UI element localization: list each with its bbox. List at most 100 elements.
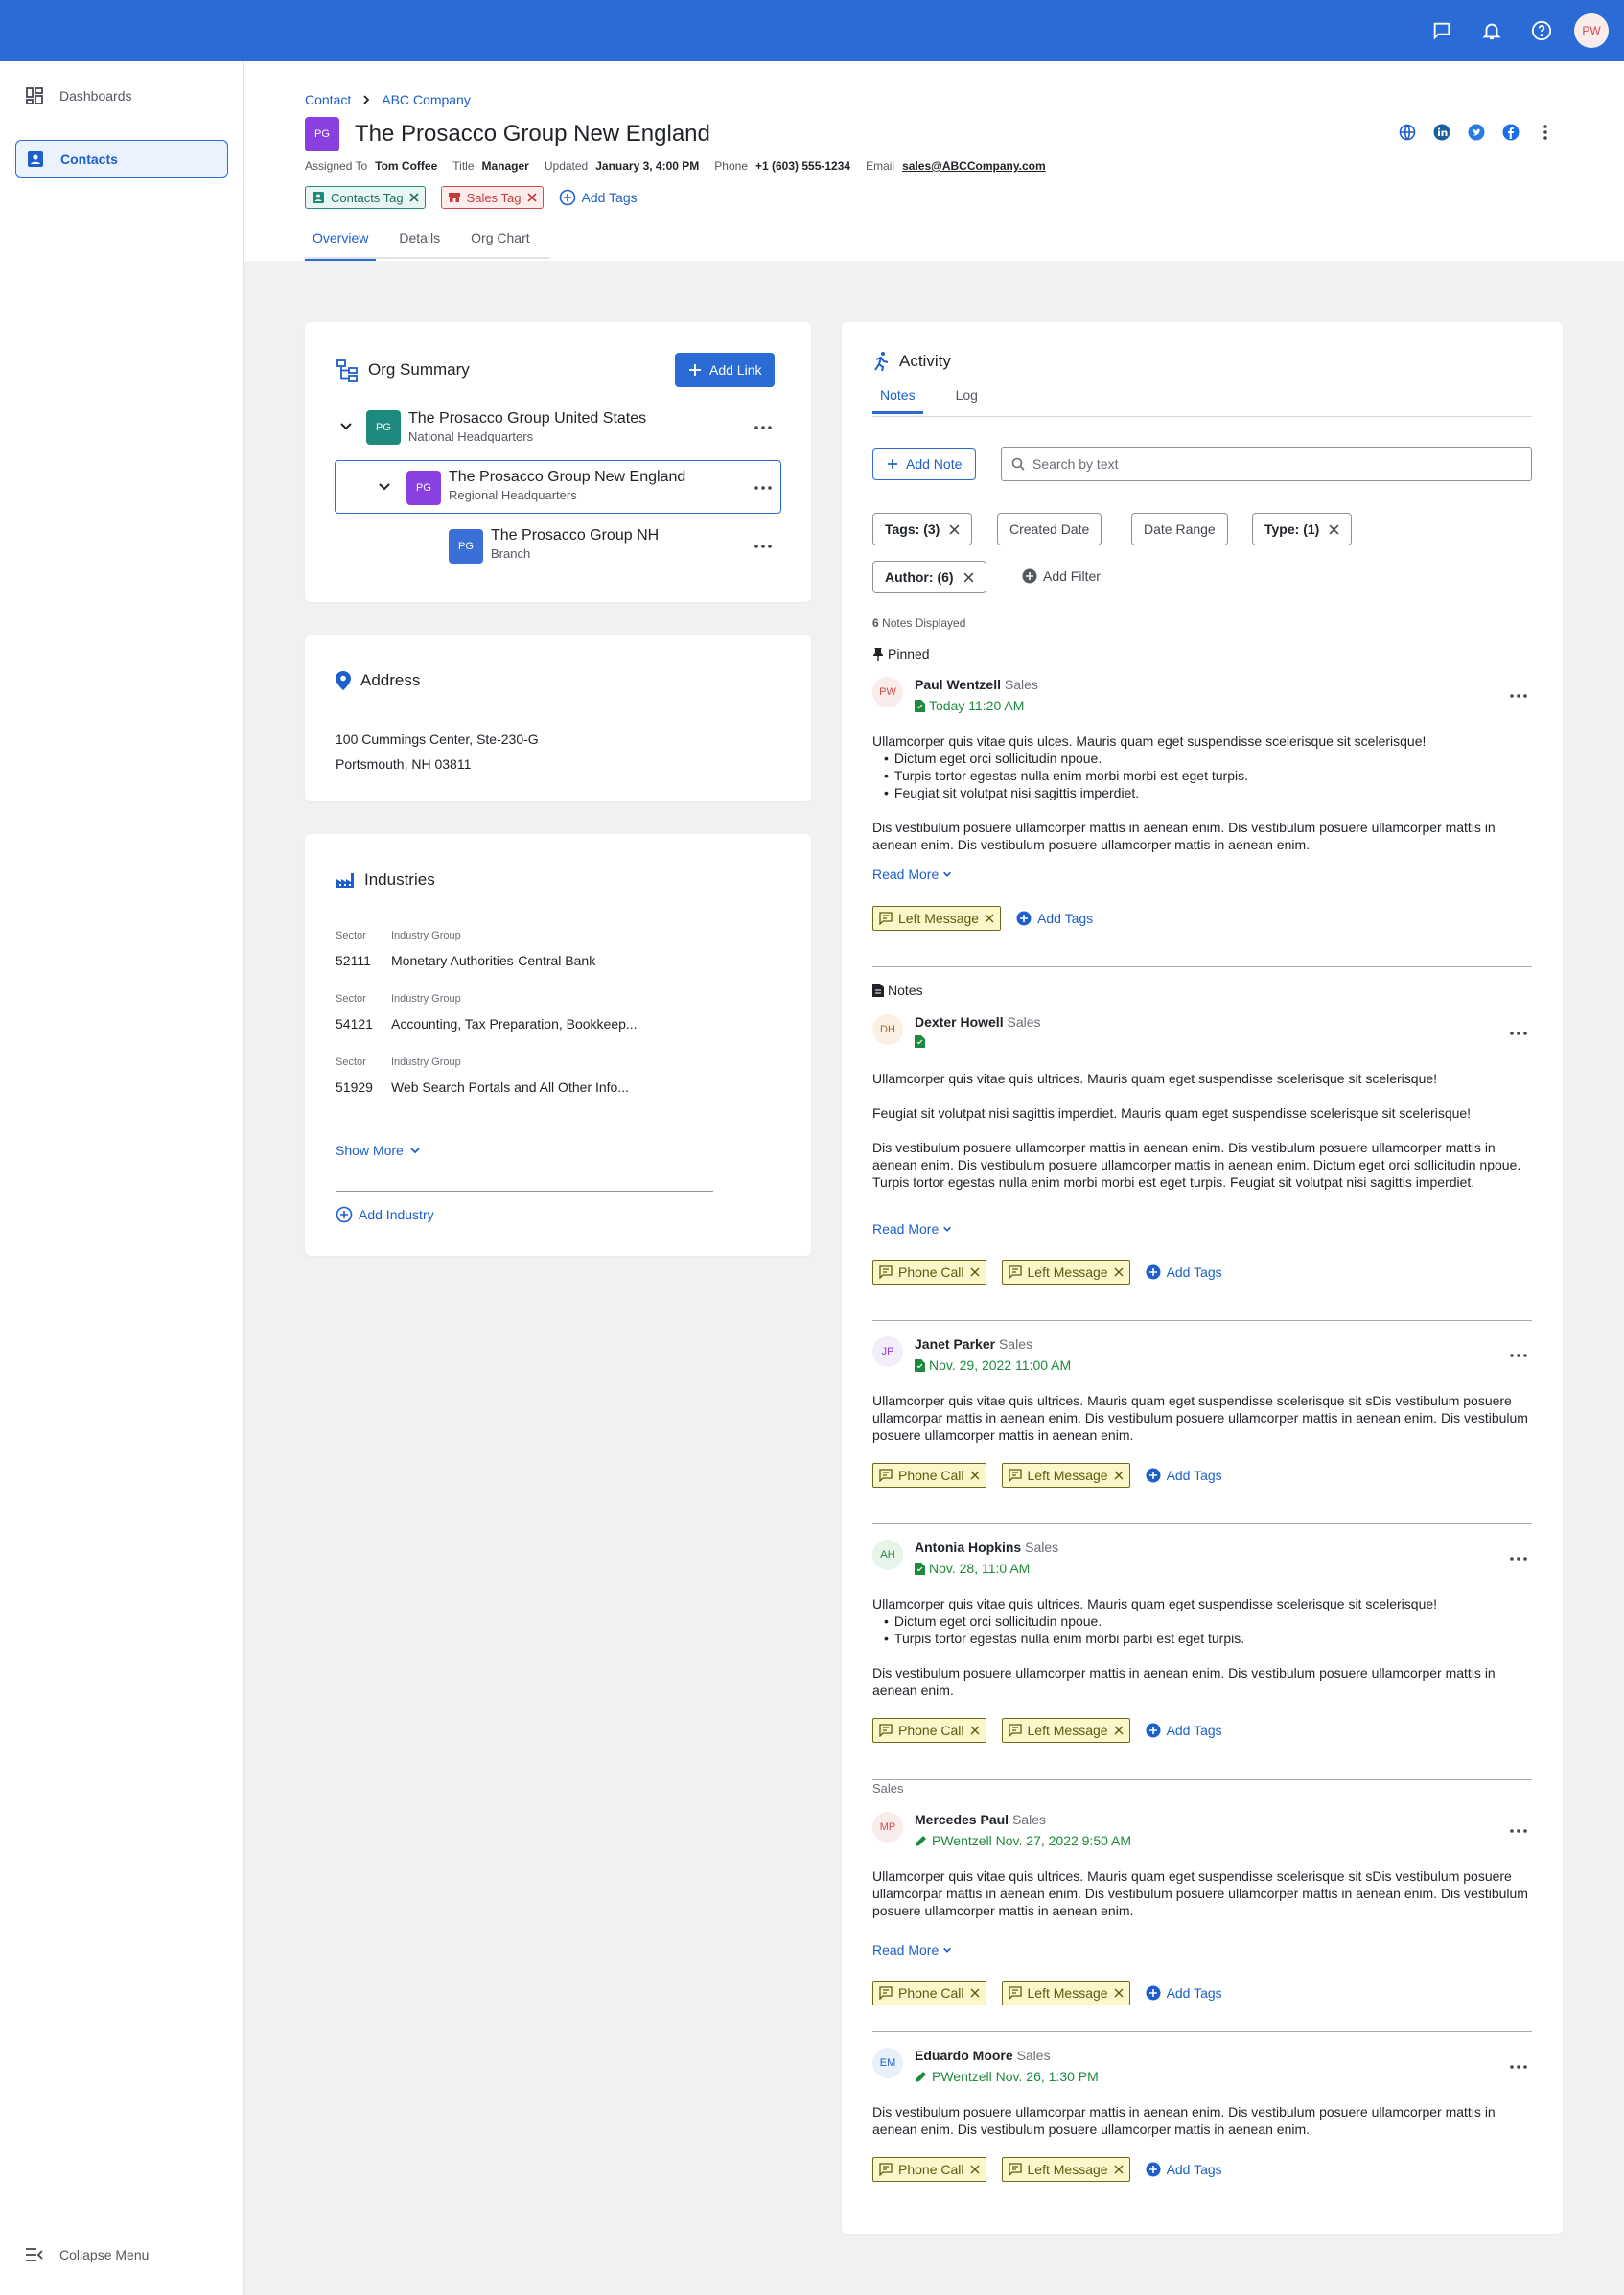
- read-more-button[interactable]: Read More: [872, 1942, 952, 1958]
- breadcrumb-contact-link[interactable]: Contact: [305, 92, 351, 107]
- note-tags: Phone Call Left Message Add Tags: [872, 1463, 1222, 1488]
- add-tags-button[interactable]: Add Tags: [1146, 1985, 1222, 2001]
- notes-displayed: 6 Notes Displayed: [872, 616, 965, 630]
- bell-icon[interactable]: [1476, 15, 1507, 46]
- filter-name: Author:: [885, 569, 934, 585]
- add-link-button[interactable]: Add Link: [675, 353, 776, 387]
- org-row[interactable]: PG The Prosacco Group United States Nati…: [336, 401, 780, 454]
- more-horizontal-icon[interactable]: [754, 478, 773, 498]
- user-avatar[interactable]: PW: [1574, 13, 1609, 48]
- help-icon[interactable]: [1526, 15, 1557, 46]
- message-icon: [1008, 1986, 1022, 2000]
- note-body: Ullamcorper quis vitae quis ultrices. Ma…: [872, 1392, 1532, 1461]
- add-tags-button[interactable]: Add Tags: [1146, 1468, 1222, 1483]
- org-chart-icon: [336, 359, 359, 382]
- note-more-icon[interactable]: [1509, 1346, 1528, 1365]
- note-more-icon[interactable]: [1509, 1024, 1528, 1043]
- remove-tag-icon[interactable]: [970, 1726, 980, 1735]
- chevron-down-icon[interactable]: [378, 480, 391, 494]
- org-row[interactable]: PG The Prosacco Group New England Region…: [335, 460, 781, 514]
- filter-chip-created-date[interactable]: Created Date: [997, 513, 1102, 545]
- close-icon[interactable]: [949, 524, 960, 535]
- add-tags-button[interactable]: Add Tags: [1146, 1723, 1222, 1738]
- sidebar-item-contacts[interactable]: Contacts: [15, 140, 228, 178]
- linkedin-icon[interactable]: [1432, 123, 1451, 142]
- add-note-button[interactable]: Add Note: [872, 448, 977, 480]
- plus-icon: [887, 458, 898, 470]
- remove-tag-icon[interactable]: [985, 914, 994, 923]
- org-row[interactable]: PG The Prosacco Group NH Branch: [336, 520, 780, 573]
- tab-notes[interactable]: Notes: [872, 387, 923, 414]
- pencil-icon: [915, 1834, 928, 1847]
- website-icon[interactable]: [1398, 123, 1417, 142]
- notes-section-heading: Notes: [872, 983, 923, 998]
- collapse-menu-button[interactable]: Collapse Menu: [25, 2247, 149, 2262]
- store-icon: [448, 191, 461, 204]
- add-tags-button[interactable]: Add Tags: [559, 189, 638, 206]
- note-tag-left-message: Left Message: [1001, 2157, 1130, 2182]
- tag-label: Phone Call: [898, 1468, 964, 1483]
- note-more-icon[interactable]: [1509, 1549, 1528, 1568]
- address-heading: Address: [336, 671, 420, 690]
- note-tag-phone-call: Phone Call: [872, 1718, 986, 1743]
- twitter-icon[interactable]: [1467, 123, 1486, 142]
- tab-log[interactable]: Log: [948, 387, 986, 414]
- top-bar: PW: [0, 0, 1624, 61]
- note-paragraph: Dis vestibulum posuere ullamcorper matti…: [872, 820, 1496, 852]
- note-more-icon[interactable]: [1509, 2057, 1528, 2076]
- read-more-button[interactable]: Read More: [872, 1221, 952, 1237]
- note-body: Ullamcorper quis vitae quis ulces. Mauri…: [872, 732, 1532, 870]
- facebook-icon[interactable]: [1501, 123, 1520, 142]
- add-filter-button[interactable]: Add Filter: [1022, 568, 1101, 584]
- remove-tag-icon[interactable]: [970, 1267, 980, 1277]
- remove-tag-icon[interactable]: [1114, 1988, 1124, 1998]
- notes-search-input[interactable]: Search by text: [1001, 447, 1532, 481]
- add-tags-button[interactable]: Add Tags: [1016, 911, 1093, 926]
- note-avatar: MP: [872, 1812, 903, 1843]
- note-document-icon: [872, 984, 884, 997]
- remove-tag-icon[interactable]: [1114, 2165, 1124, 2174]
- add-industry-button[interactable]: Add Industry: [336, 1206, 434, 1223]
- show-more-button[interactable]: Show More: [336, 1143, 421, 1158]
- chevron-down-icon[interactable]: [339, 420, 353, 433]
- remove-tag-icon[interactable]: [1114, 1471, 1124, 1480]
- more-horizontal-icon[interactable]: [754, 537, 773, 556]
- remove-tag-icon[interactable]: [970, 1988, 980, 1998]
- filter-chip-date-range[interactable]: Date Range: [1131, 513, 1228, 545]
- sector-label: Sector: [336, 993, 366, 1005]
- sidebar-item-dashboards[interactable]: Dashboards: [15, 77, 228, 115]
- close-icon[interactable]: [963, 572, 974, 583]
- sidebar-item-label: Dashboards: [59, 88, 132, 104]
- remove-tag-icon[interactable]: [1114, 1726, 1124, 1735]
- author-role: Sales: [1004, 677, 1038, 692]
- remove-tag-icon[interactable]: [970, 2165, 980, 2174]
- remove-tag-icon[interactable]: [526, 193, 537, 202]
- filter-chip-author[interactable]: Author: (6): [872, 561, 986, 593]
- note-tag-phone-call: Phone Call: [872, 1981, 986, 2005]
- chat-icon[interactable]: [1427, 15, 1457, 46]
- remove-tag-icon[interactable]: [970, 1471, 980, 1480]
- industry-group-label: Industry Group: [391, 1056, 461, 1068]
- more-options-icon[interactable]: [1536, 123, 1555, 142]
- filter-chip-type[interactable]: Type: (1): [1252, 513, 1353, 545]
- plus-circle-filled-icon: [1146, 1985, 1161, 2001]
- note-bullet: Turpis tortor egestas nulla enim morbi p…: [884, 1630, 1532, 1647]
- dashboard-icon: [25, 86, 44, 105]
- more-horizontal-icon[interactable]: [754, 418, 773, 437]
- plus-circle-filled-icon: [1146, 1468, 1161, 1483]
- close-icon[interactable]: [1329, 524, 1339, 535]
- note-more-icon[interactable]: [1509, 1821, 1528, 1841]
- remove-tag-icon[interactable]: [409, 193, 419, 202]
- breadcrumb-company-link[interactable]: ABC Company: [382, 92, 471, 107]
- note-author: Antonia Hopkins Sales: [915, 1540, 1058, 1555]
- note-more-icon[interactable]: [1509, 686, 1528, 706]
- author-role: Sales: [998, 1336, 1032, 1352]
- add-tags-button[interactable]: Add Tags: [1146, 1264, 1222, 1280]
- filter-chip-tags[interactable]: Tags: (3): [872, 513, 973, 545]
- note-item: MP Mercedes Paul Sales PWentzell Nov. 27…: [872, 1812, 1532, 2005]
- remove-tag-icon[interactable]: [1114, 1267, 1124, 1277]
- read-more-button[interactable]: Read More: [872, 867, 952, 882]
- email-link[interactable]: sales@ABCCompany.com: [902, 159, 1046, 173]
- add-tags-button[interactable]: Add Tags: [1146, 2162, 1222, 2177]
- note-tag-left-message: Left Message: [1001, 1718, 1130, 1743]
